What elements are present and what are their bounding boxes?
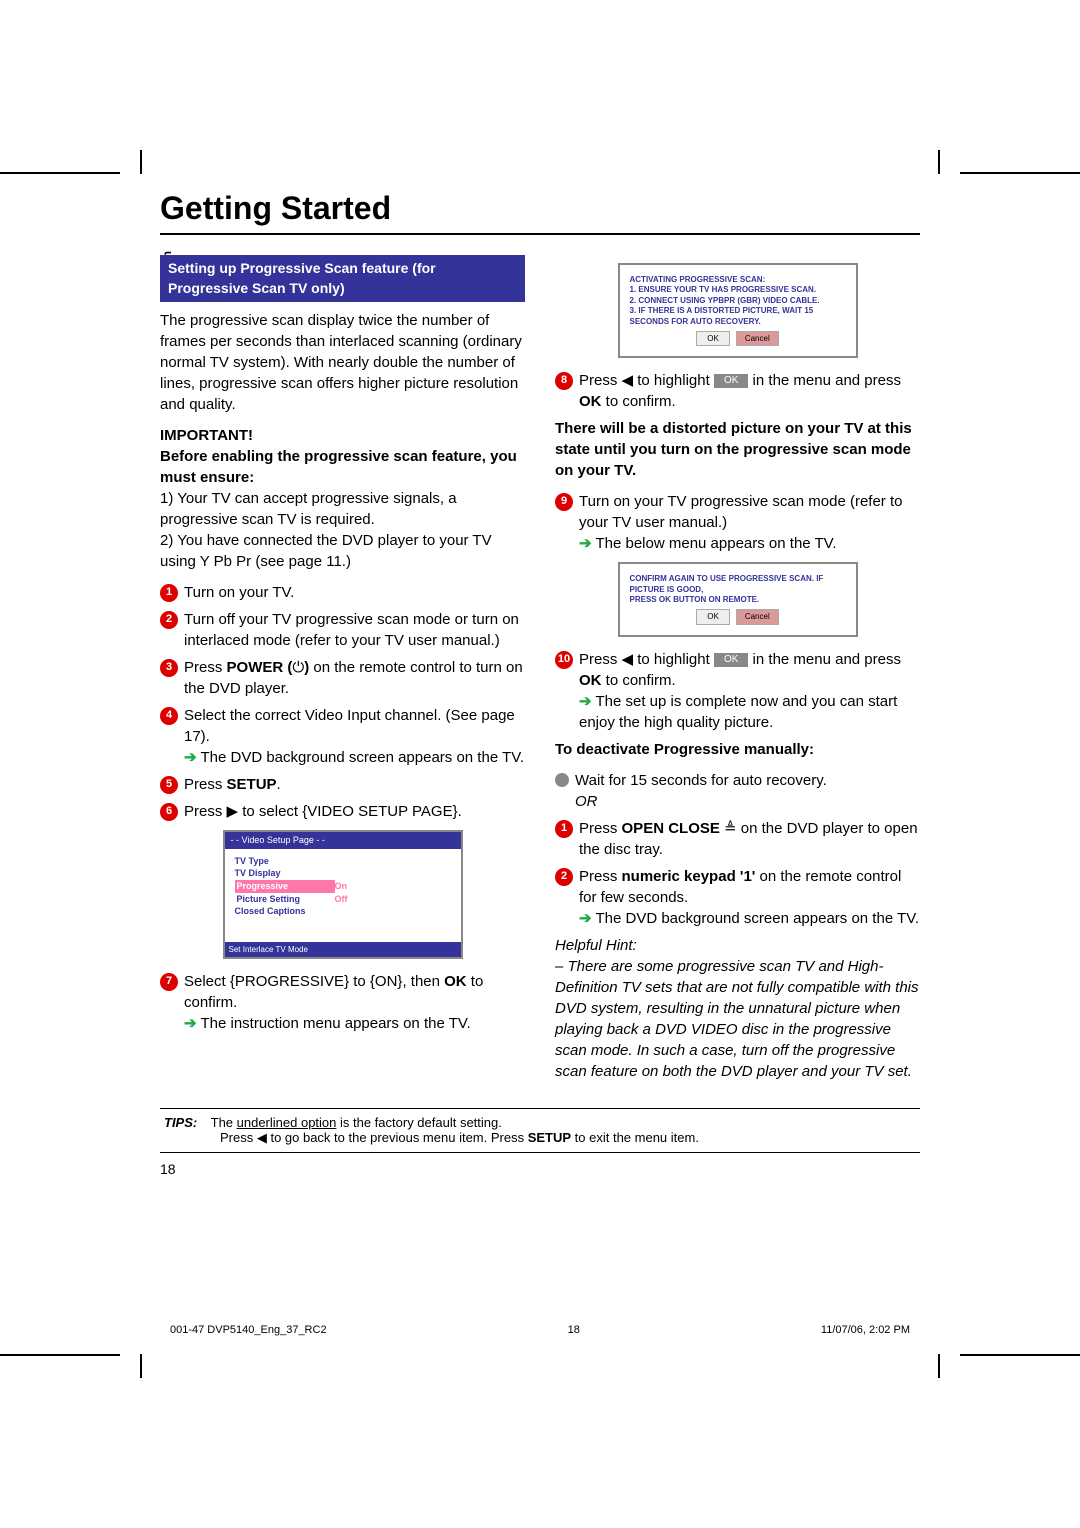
deactivate-wait: Wait for 15 seconds for auto recovery.OR (575, 770, 827, 812)
d-step-1-icon: 1 (555, 820, 573, 838)
important-block: IMPORTANT! Before enabling the progressi… (160, 425, 525, 572)
step-9-icon: 9 (555, 493, 573, 511)
helpful-hint: Helpful Hint:– There are some progressiv… (555, 935, 920, 1082)
distorted-warning: There will be a distorted picture on you… (555, 418, 920, 481)
step-10-text: Press ◀ to highlight OK in the menu and … (579, 649, 920, 733)
section-header: Setting up Progressive Scan feature (for… (160, 255, 525, 302)
important-label: IMPORTANT! (160, 427, 253, 444)
ok-highlight-icon: OK (714, 374, 748, 388)
menu-title: - - Video Setup Page - - (225, 832, 461, 849)
activating-dialog: ACTIVATING PROGRESSIVE SCAN: 1. ENSURE Y… (618, 263, 858, 358)
step-6-text: Press ▶ to select {VIDEO SETUP PAGE}. (184, 801, 462, 822)
confirm-dialog: CONFIRM AGAIN TO USE PROGRESSIVE SCAN. I… (618, 562, 858, 636)
step-4-icon: 4 (160, 707, 178, 725)
ok-button: OK (696, 609, 730, 624)
step-3-text: Press POWER (⏻) on the remote control to… (184, 657, 525, 699)
step-1-text: Turn on your TV. (184, 582, 294, 603)
d-step-2-icon: 2 (555, 868, 573, 886)
step-6-icon: 6 (160, 803, 178, 821)
d-step-1-text: Press OPEN CLOSE ≜ on the DVD player to … (579, 818, 920, 860)
video-setup-screenshot: - - Video Setup Page - - TV Type TV Disp… (223, 830, 463, 959)
step-2-icon: 2 (160, 611, 178, 629)
arrow-icon: ➔ (579, 910, 592, 927)
tips-footer: TIPS: The underlined option is the facto… (160, 1108, 920, 1153)
step-5-text: Press SETUP. (184, 774, 281, 795)
footer-page: 18 (568, 1324, 580, 1336)
bullet-icon (555, 773, 569, 787)
page-title: Getting Started (160, 190, 920, 227)
intro-paragraph: The progressive scan display twice the n… (160, 310, 525, 415)
prereq-1: 1) Your TV can accept progressive signal… (160, 490, 457, 528)
step-8-text: Press ◀ to highlight OK in the menu and … (579, 370, 920, 412)
arrow-icon: ➔ (579, 693, 592, 710)
step-9-text: Turn on your TV progressive scan mode (r… (579, 491, 920, 554)
step-5-icon: 5 (160, 776, 178, 794)
ok-button: OK (696, 331, 730, 346)
step-4-text: Select the correct Video Input channel. … (184, 705, 525, 768)
arrow-icon: ➔ (184, 1015, 197, 1032)
menu-footer: Set Interlace TV Mode (225, 942, 461, 957)
important-text: Before enabling the progressive scan fea… (160, 448, 517, 486)
step-7-text: Select {PROGRESSIVE} to {ON}, then OK to… (184, 971, 525, 1034)
deactivate-header: To deactivate Progressive manually: (555, 739, 920, 760)
step-10-icon: 10 (555, 651, 573, 669)
step-1-icon: 1 (160, 584, 178, 602)
cancel-button: Cancel (736, 331, 779, 346)
step-3-icon: 3 (160, 659, 178, 677)
footer-date: 11/07/06, 2:02 PM (821, 1324, 910, 1336)
step-8-icon: 8 (555, 372, 573, 390)
power-icon: ⏻ (292, 659, 304, 676)
prereq-2: 2) You have connected the DVD player to … (160, 532, 492, 570)
cancel-button: Cancel (736, 609, 779, 624)
tips-label: TIPS: (164, 1115, 197, 1130)
d-step-2-text: Press numeric keypad '1' on the remote c… (579, 866, 920, 929)
step-7-icon: 7 (160, 973, 178, 991)
footer-metadata: 001-47 DVP5140_Eng_37_RC2 18 11/07/06, 2… (170, 1324, 910, 1336)
footer-file: 001-47 DVP5140_Eng_37_RC2 (170, 1324, 327, 1336)
ok-highlight-icon: OK (714, 653, 748, 667)
arrow-icon: ➔ (184, 749, 197, 766)
arrow-icon: ➔ (579, 535, 592, 552)
page-number: 18 (160, 1161, 920, 1177)
step-2-text: Turn off your TV progressive scan mode o… (184, 609, 525, 651)
